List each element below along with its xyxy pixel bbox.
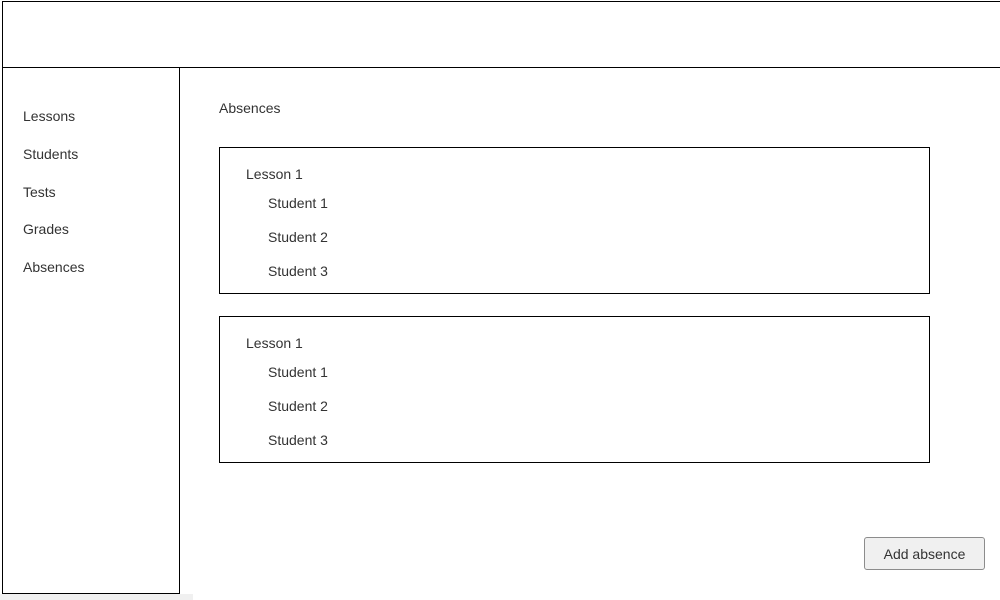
sidebar-item-tests[interactable]: Tests <box>23 184 56 200</box>
horizontal-scrollbar[interactable] <box>0 594 193 600</box>
student-list-item[interactable]: Student 3 <box>268 263 328 279</box>
lesson-card: Lesson 1 Student 1 Student 2 Student 3 <box>219 147 930 294</box>
student-list-item[interactable]: Student 2 <box>268 229 328 245</box>
lesson-card: Lesson 1 Student 1 Student 2 Student 3 <box>219 316 930 463</box>
student-list-item[interactable]: Student 1 <box>268 195 328 211</box>
sidebar-item-students[interactable]: Students <box>23 146 78 162</box>
student-list-item[interactable]: Student 1 <box>268 364 328 380</box>
add-absence-button[interactable]: Add absence <box>864 537 985 570</box>
sidebar-item-absences[interactable]: Absences <box>23 259 84 275</box>
lesson-title: Lesson 1 <box>246 335 303 351</box>
sidebar-item-grades[interactable]: Grades <box>23 221 69 237</box>
sidebar: Lessons Students Tests Grades Absences <box>2 67 180 594</box>
student-list-item[interactable]: Student 2 <box>268 398 328 414</box>
student-list-item[interactable]: Student 3 <box>268 432 328 448</box>
lesson-title: Lesson 1 <box>246 166 303 182</box>
page-title: Absences <box>219 100 281 116</box>
sidebar-item-lessons[interactable]: Lessons <box>23 108 75 124</box>
app-header <box>2 1 1000 68</box>
